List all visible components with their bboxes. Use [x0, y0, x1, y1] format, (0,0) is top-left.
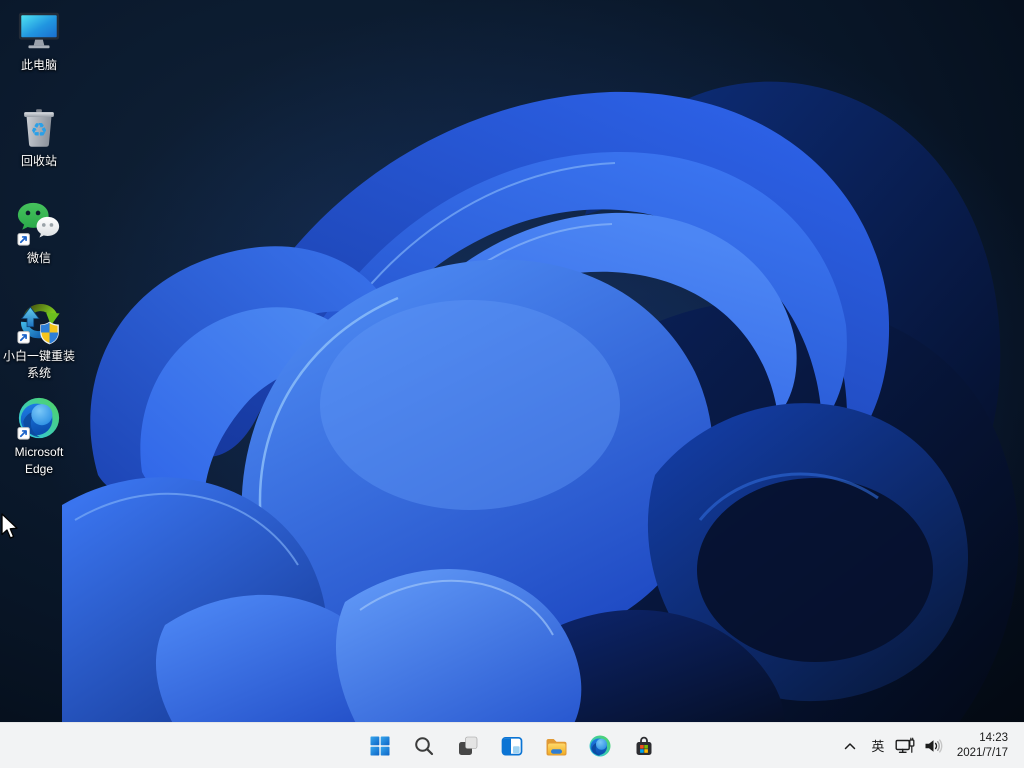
search-icon: [415, 736, 434, 755]
desktop-icon-wechat[interactable]: 微信: [1, 201, 77, 267]
task-view-icon: [459, 736, 478, 755]
xiaobai-reinstall-icon: [17, 303, 60, 345]
windows-desktop: 此电脑 ♻ 回收站 微信 小白一键重装系统 Microsoft Edge 英 1…: [0, 0, 1024, 768]
wechat-icon: [17, 202, 60, 246]
shortcut-arrow-badge: [17, 331, 30, 344]
file-explorer-icon: [546, 738, 567, 755]
search-button[interactable]: [404, 726, 444, 766]
edge-icon: [17, 397, 60, 440]
volume-button[interactable]: [919, 726, 947, 766]
windows-start-icon: [370, 736, 390, 755]
widgets-icon: [501, 736, 523, 755]
clock-time: 14:23: [979, 731, 1008, 744]
task-view-button[interactable]: [448, 726, 488, 766]
this-pc-icon: [18, 12, 60, 49]
recycle-bin-icon: ♻: [24, 109, 54, 147]
ime-label: 英: [871, 739, 885, 754]
edge-button[interactable]: [580, 726, 620, 766]
desktop-icon-microsoft-edge[interactable]: Microsoft Edge: [1, 395, 77, 478]
edge-taskbar-icon: [589, 735, 611, 756]
start-button[interactable]: [360, 726, 400, 766]
shortcut-arrow-badge: [17, 233, 30, 246]
desktop-icon-recycle-bin[interactable]: ♻ 回收站: [1, 104, 77, 170]
shortcut-arrow-badge: [17, 427, 30, 440]
icon-label: 回收站: [20, 154, 57, 168]
desktop-icon-this-pc[interactable]: 此电脑: [1, 8, 77, 74]
microsoft-store-icon: [636, 736, 652, 755]
svg-text:♻: ♻: [30, 119, 47, 142]
taskbar: 英 14:23 2021/7/17: [0, 722, 1024, 768]
network-button[interactable]: [891, 726, 919, 766]
icon-label: 微信: [26, 251, 51, 265]
clock[interactable]: 14:23 2021/7/17: [953, 726, 1020, 766]
system-tray: 英 14:23 2021/7/17: [835, 723, 1020, 768]
store-button[interactable]: [624, 726, 664, 766]
widgets-button[interactable]: [492, 726, 532, 766]
hidden-icons-button[interactable]: [835, 726, 865, 766]
speakers-volume-icon: [925, 738, 943, 753]
taskbar-center-icons: [360, 723, 664, 768]
icon-label: Microsoft Edge: [14, 445, 64, 476]
uac-shield: [40, 321, 59, 345]
clock-date: 2021/7/17: [956, 746, 1008, 759]
ethernet-network-icon: [895, 737, 915, 753]
icon-label: 此电脑: [20, 58, 57, 72]
file-explorer-button[interactable]: [536, 726, 576, 766]
chevron-up-icon: [844, 742, 856, 749]
icon-label: 小白一键重装系统: [2, 349, 75, 380]
desktop-icon-xiaobai-reinstall[interactable]: 小白一键重装系统: [1, 299, 77, 382]
ime-indicator[interactable]: 英: [865, 726, 891, 766]
wallpaper-bloom: [0, 0, 1024, 768]
